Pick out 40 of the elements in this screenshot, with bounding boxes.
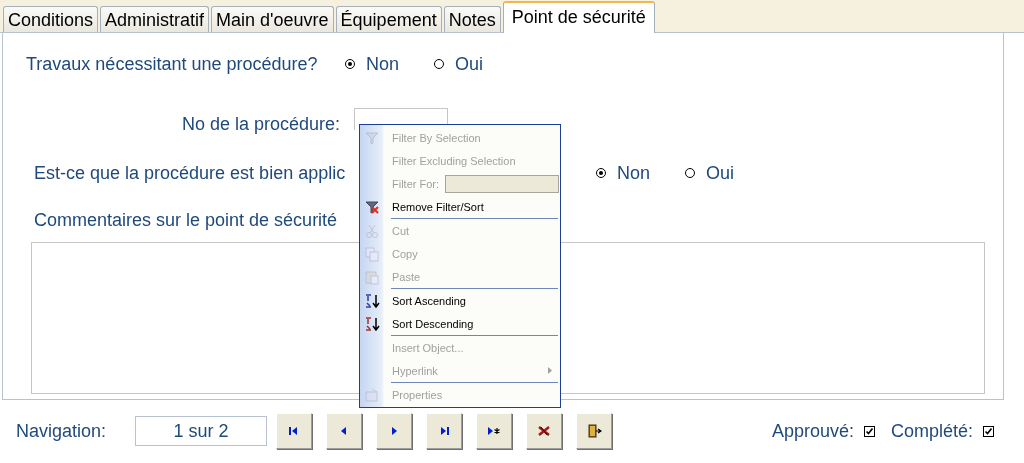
tab[interactable]: Conditions bbox=[3, 6, 99, 32]
copy-icon bbox=[364, 245, 380, 262]
checkbox-checked[interactable] bbox=[863, 425, 875, 437]
radio-option[interactable]: Non bbox=[344, 53, 400, 75]
tab[interactable]: Main d'oeuvre bbox=[211, 6, 334, 32]
menu-item[interactable]: Sort Ascending bbox=[360, 289, 560, 312]
cut-icon bbox=[364, 222, 380, 239]
exit-door-button[interactable] bbox=[576, 413, 612, 449]
menu-item[interactable]: Remove Filter/Sort bbox=[360, 195, 560, 218]
sort-ascending-icon bbox=[364, 292, 380, 309]
radio-option[interactable]: Non bbox=[595, 162, 651, 184]
sort-descending-icon bbox=[364, 315, 380, 332]
funnel-icon bbox=[364, 129, 380, 146]
record-counter-field[interactable]: 1 sur 2 bbox=[135, 416, 267, 446]
question-label: Est-ce que la procédure est bien applic bbox=[34, 162, 346, 184]
tab[interactable]: Administratif bbox=[100, 6, 210, 32]
next-record-button[interactable] bbox=[376, 413, 412, 449]
radio-option[interactable]: Oui bbox=[684, 162, 735, 184]
paste-icon bbox=[364, 268, 380, 285]
checkbox-label: Complété: bbox=[890, 420, 973, 442]
properties-icon bbox=[364, 386, 380, 403]
field-label: Commentaires sur le point de sécurité bbox=[34, 209, 338, 231]
menu-item[interactable]: Sort Descending bbox=[360, 312, 560, 335]
checkbox-checked[interactable] bbox=[983, 425, 994, 437]
exit-door-icon bbox=[586, 423, 602, 439]
delete-record-icon bbox=[536, 423, 552, 439]
previous-record-button[interactable] bbox=[326, 413, 362, 449]
radio-option[interactable]: Oui bbox=[433, 53, 484, 75]
navigation-label: Navigation: bbox=[16, 420, 108, 442]
field-label: No de la procédure: bbox=[181, 114, 340, 135]
funnel-remove-icon bbox=[364, 198, 380, 215]
question-label: Travaux nécessitant une procédure? bbox=[26, 53, 318, 75]
last-record-button[interactable] bbox=[426, 413, 462, 449]
tab[interactable]: Point de sécurité bbox=[502, 1, 655, 33]
tab[interactable]: Équipement bbox=[335, 6, 442, 32]
new-record-button[interactable] bbox=[476, 413, 512, 449]
tab[interactable]: Notes bbox=[443, 6, 501, 32]
delete-record-button[interactable] bbox=[526, 413, 562, 449]
checkbox-label: Approuvé: bbox=[771, 420, 854, 442]
first-record-button[interactable] bbox=[276, 413, 312, 449]
